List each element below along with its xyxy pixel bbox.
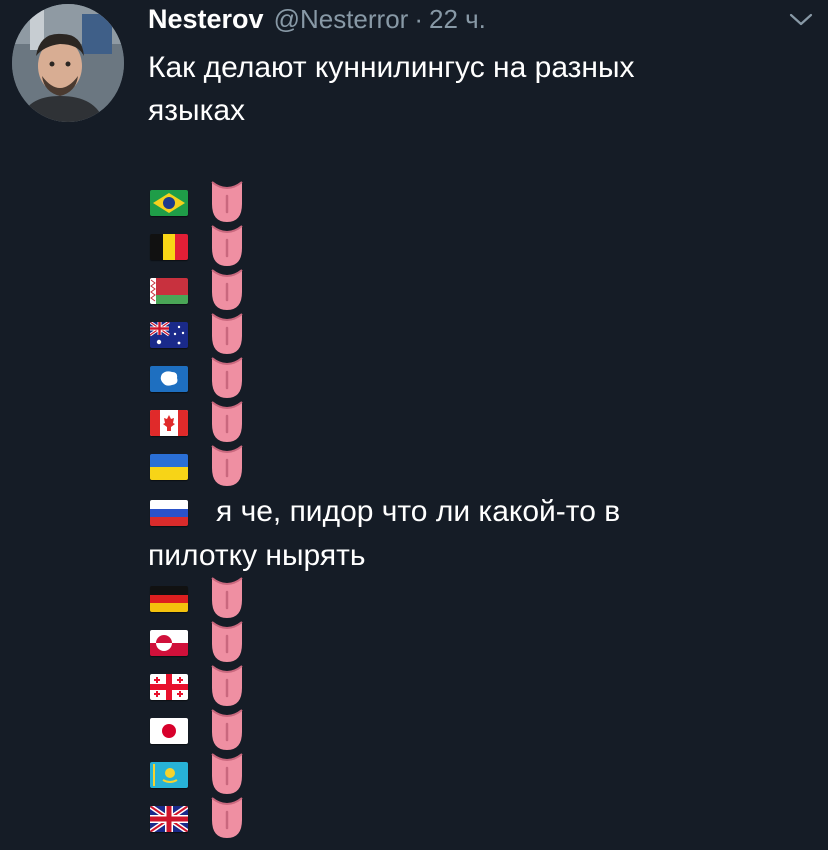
- canada-flag-icon: [150, 410, 188, 436]
- flag-row-belarus: [150, 269, 250, 310]
- tongue-emoji-icon: [208, 266, 246, 314]
- chevron-down-icon[interactable]: [788, 12, 814, 28]
- user-handle[interactable]: @Nesterror: [274, 4, 409, 35]
- flag-row-united-kingdom: [150, 797, 250, 838]
- australia-flag-icon: [150, 322, 188, 348]
- flag-row-canada: [150, 401, 250, 442]
- tongue-emoji-icon: [208, 574, 246, 622]
- tongue-emoji-icon: [208, 618, 246, 666]
- tweet: Nesterov @Nesterror · 22 ч. Как делают к…: [0, 0, 828, 850]
- greenland-flag-icon: [150, 630, 188, 656]
- flag-row-australia: [150, 313, 250, 354]
- japan-flag-icon: [150, 718, 188, 744]
- tongue-emoji-icon: [208, 794, 246, 842]
- flag-row-georgia: [150, 665, 250, 706]
- tweet-text-line-2: языках: [148, 94, 246, 127]
- tongue-emoji-icon: [208, 398, 246, 446]
- tongue-emoji-icon: [208, 706, 246, 754]
- tongue-emoji-icon: [208, 222, 246, 270]
- timestamp[interactable]: 22 ч.: [429, 4, 486, 35]
- tweet-text-line-1: Как делают куннилингус на разных: [148, 51, 635, 84]
- flag-row-belgium: [150, 225, 250, 266]
- united-kingdom-flag-icon: [150, 806, 188, 832]
- belgium-flag-icon: [150, 234, 188, 260]
- flag-row-brazil: [150, 181, 250, 222]
- tongue-emoji-icon: [208, 310, 246, 358]
- tongue-emoji-icon: [208, 750, 246, 798]
- flag-row-japan: [150, 709, 250, 750]
- russia-reply-line-1: я че, пидор что ли какой-то в: [216, 495, 621, 528]
- tweet-header: Nesterov @Nesterror · 22 ч.: [148, 4, 486, 40]
- antarctica-flag-icon: [150, 366, 188, 392]
- brazil-flag-icon: [150, 190, 188, 216]
- flag-row-kazakhstan: [150, 753, 250, 794]
- flag-row-greenland: [150, 621, 250, 662]
- separator: ·: [414, 4, 423, 34]
- tongue-emoji-icon: [208, 662, 246, 710]
- kazakhstan-flag-icon: [150, 762, 188, 788]
- tongue-emoji-icon: [208, 442, 246, 490]
- ukraine-flag-icon: [150, 454, 188, 480]
- flag-row-antarctica: [150, 357, 250, 398]
- belarus-flag-icon: [150, 278, 188, 304]
- russia-flag-icon: [150, 500, 188, 526]
- flag-row-germany: [150, 577, 250, 618]
- avatar[interactable]: [12, 4, 124, 122]
- display-name[interactable]: Nesterov: [148, 4, 264, 35]
- tongue-emoji-icon: [208, 354, 246, 402]
- tongue-emoji-icon: [208, 178, 246, 226]
- flag-row-ukraine: [150, 445, 250, 486]
- russia-reply-line-2: пилотку нырять: [148, 539, 366, 572]
- germany-flag-icon: [150, 586, 188, 612]
- georgia-flag-icon: [150, 674, 188, 700]
